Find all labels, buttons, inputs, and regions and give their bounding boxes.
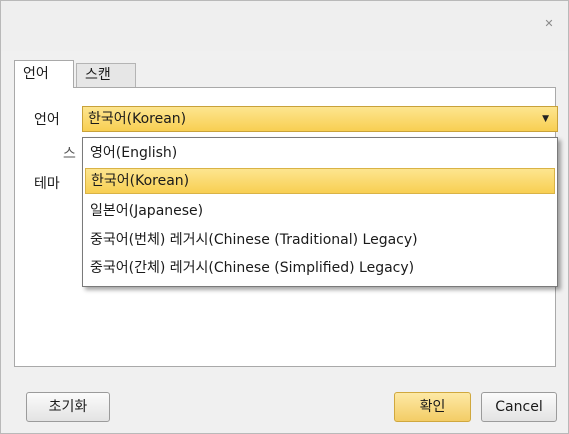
dropdown-option-english[interactable]: 영어(English) xyxy=(85,140,555,166)
tab-scan[interactable]: 스캔 xyxy=(76,63,136,87)
dropdown-option-japanese[interactable]: 일본어(Japanese) xyxy=(85,198,555,224)
tab-language[interactable]: 언어 xyxy=(14,60,74,88)
chevron-down-icon[interactable]: ▼ xyxy=(542,107,549,131)
theme-label: 테마 xyxy=(34,176,60,192)
language-dropdown-list: 영어(English) 한국어(Korean) 일본어(Japanese) 중국… xyxy=(82,137,558,287)
close-icon[interactable]: ✕ xyxy=(540,15,558,33)
cancel-button[interactable]: Cancel xyxy=(481,392,557,422)
dropdown-option-chinese-traditional[interactable]: 중국어(번체) 레거시(Chinese (Traditional) Legacy… xyxy=(85,227,555,253)
title-bar: ✕ xyxy=(1,1,568,51)
hidden-label-fragment: 스 xyxy=(63,146,76,162)
dropdown-option-korean[interactable]: 한국어(Korean) xyxy=(85,168,555,194)
language-select-value: 한국어(Korean) xyxy=(88,111,187,127)
ok-button[interactable]: 확인 xyxy=(394,392,471,422)
language-label: 언어 xyxy=(34,112,60,128)
reset-button[interactable]: 초기화 xyxy=(26,392,110,422)
language-select[interactable]: 한국어(Korean) ▼ xyxy=(82,106,558,132)
dropdown-option-chinese-simplified[interactable]: 중국어(간체) 레거시(Chinese (Simplified) Legacy) xyxy=(85,255,555,281)
